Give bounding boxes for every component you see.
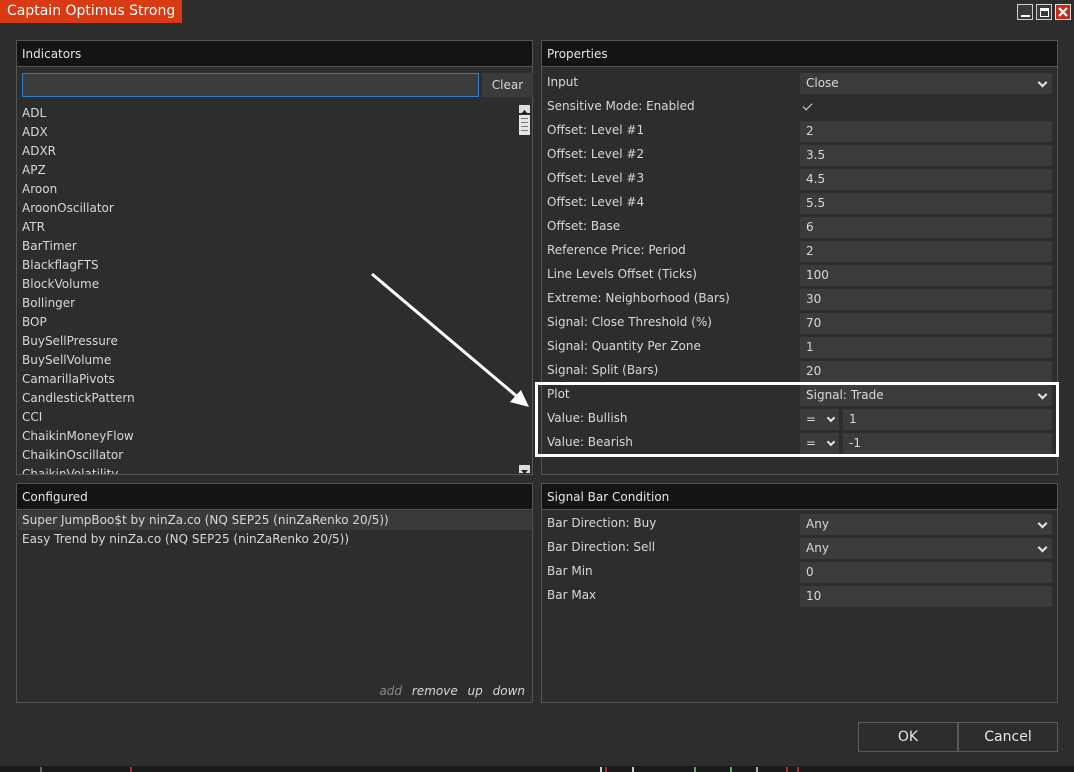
ok-button[interactable]: OK xyxy=(858,722,958,752)
property-label: Bar Min xyxy=(547,564,593,578)
cancel-button[interactable]: Cancel xyxy=(958,722,1058,752)
chart-tick xyxy=(632,767,634,772)
chart-tick xyxy=(600,767,602,772)
remove-link[interactable]: remove xyxy=(412,684,458,698)
chart-tick xyxy=(730,767,732,772)
property-select[interactable]: Any xyxy=(800,514,1052,535)
chart-tick xyxy=(797,767,799,772)
up-link[interactable]: up xyxy=(468,684,483,698)
chart-tick xyxy=(130,767,132,772)
chart-tick xyxy=(786,767,788,772)
configured-header: Configured xyxy=(17,484,532,510)
add-link[interactable]: add xyxy=(379,684,402,698)
background-chart-strip xyxy=(0,766,1074,772)
property-row: Bar Direction: Buy Any xyxy=(547,512,1052,535)
chart-tick xyxy=(756,767,758,772)
configured-panel: Configured Super JumpBoo$t by ninZa.co (… xyxy=(16,483,533,703)
property-row: Bar Max 10 xyxy=(547,584,1052,607)
configured-actions: add remove up down xyxy=(373,684,525,698)
signal-bar-panel: Signal Bar Condition Bar Direction: Buy A… xyxy=(541,483,1058,703)
property-select[interactable]: Any xyxy=(800,538,1052,559)
property-row: Bar Min 0 xyxy=(547,560,1052,583)
chart-tick xyxy=(40,767,42,772)
configured-item[interactable]: Super JumpBoo$t by ninZa.co (NQ SEP25 (n… xyxy=(18,511,531,530)
property-value-field[interactable]: 10 xyxy=(800,586,1052,607)
property-label: Bar Direction: Buy xyxy=(547,516,657,530)
down-link[interactable]: down xyxy=(493,684,525,698)
signal-bar-header: Signal Bar Condition xyxy=(542,484,1057,510)
property-value: Any xyxy=(806,517,829,531)
property-value-field[interactable]: 0 xyxy=(800,562,1052,583)
property-value: 10 xyxy=(806,589,822,603)
property-value: Any xyxy=(806,541,829,555)
chevron-down-icon xyxy=(1037,542,1048,553)
property-label: Bar Direction: Sell xyxy=(547,540,656,554)
chevron-down-icon xyxy=(1037,518,1048,529)
property-label: Bar Max xyxy=(547,588,597,602)
chart-tick xyxy=(605,767,607,772)
property-row: Bar Direction: Sell Any xyxy=(547,536,1052,559)
configured-item[interactable]: Easy Trend by ninZa.co (NQ SEP25 (ninZaR… xyxy=(18,530,531,549)
property-value: 0 xyxy=(806,565,814,579)
chart-tick xyxy=(694,767,696,772)
